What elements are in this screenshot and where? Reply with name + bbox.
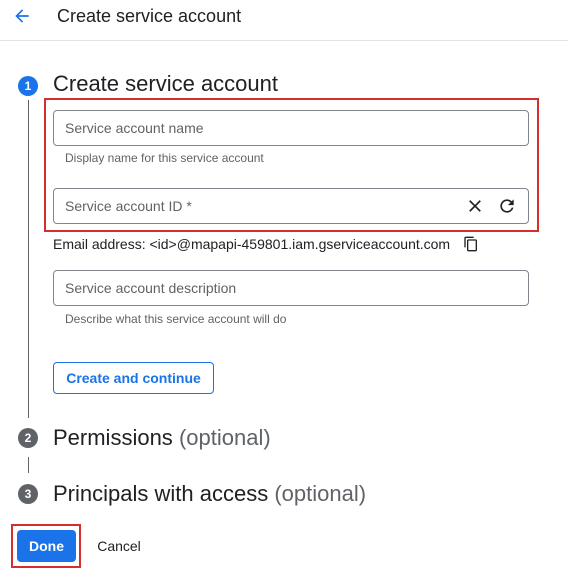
step-connector-2 [28, 457, 29, 473]
arrow-back-icon [15, 9, 29, 23]
step-2-title[interactable]: Permissions (optional) [53, 425, 271, 451]
service-account-description-field[interactable] [53, 270, 529, 306]
refresh-icon [500, 199, 514, 213]
service-account-id-input[interactable] [54, 198, 456, 214]
email-address-text: Email address: <id>@mapapi-459801.iam.gs… [53, 236, 451, 252]
done-button[interactable]: Done [17, 530, 76, 562]
regenerate-id-button[interactable] [495, 194, 519, 218]
copy-icon [464, 236, 477, 252]
step-3-indicator: 3 [18, 484, 38, 504]
step-3-title[interactable]: Principals with access (optional) [53, 481, 366, 507]
page-title: Create service account [57, 6, 242, 26]
step-connector-1 [28, 100, 29, 418]
step-2-optional-label: (optional) [178, 425, 271, 450]
copy-email-button[interactable] [460, 233, 482, 255]
cancel-button[interactable]: Cancel [88, 530, 150, 562]
service-account-name-field[interactable] [53, 110, 529, 146]
clear-id-button[interactable] [463, 194, 487, 218]
step-3-optional-label: (optional) [274, 481, 367, 506]
back-button[interactable] [8, 2, 36, 30]
service-account-description-helper: Describe what this service account will … [65, 312, 287, 326]
step-2-indicator: 2 [18, 428, 38, 448]
step-2-title-text: Permissions [53, 425, 173, 450]
close-icon [469, 200, 481, 212]
step-3-title-text: Principals with access [53, 481, 269, 506]
step-1-title: Create service account [53, 71, 278, 97]
service-account-name-helper: Display name for this service account [65, 151, 264, 165]
step-1-title-text: Create service account [53, 71, 278, 96]
service-account-id-field[interactable] [53, 188, 529, 224]
service-account-description-input[interactable] [54, 280, 528, 296]
create-and-continue-button[interactable]: Create and continue [53, 362, 214, 394]
service-account-name-input[interactable] [54, 120, 528, 136]
step-1-indicator: 1 [18, 76, 38, 96]
